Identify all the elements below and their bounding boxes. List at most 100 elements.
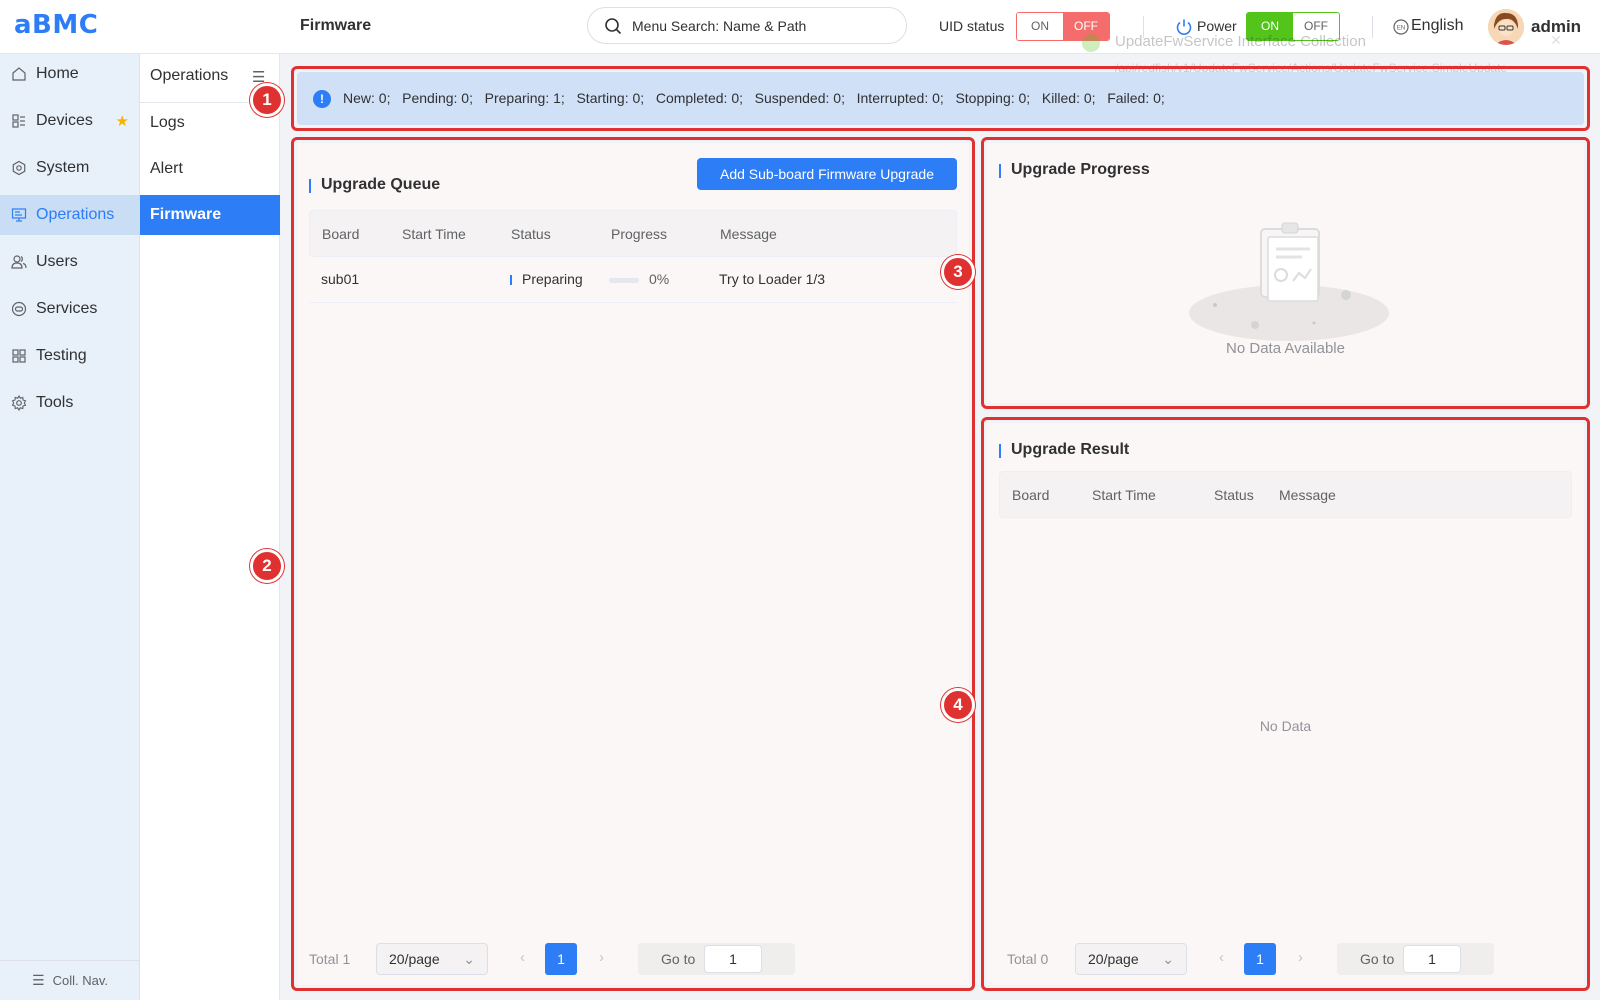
prev-page-button[interactable]: ‹ [1219, 949, 1224, 966]
collapse-nav-button[interactable]: ☰ Coll. Nav. [0, 960, 140, 1000]
status-indicator [510, 275, 512, 285]
main-sidebar: Home Devices ★ System Operations Users S… [0, 54, 140, 1000]
testing-icon [12, 349, 26, 363]
column-header[interactable]: Message [720, 226, 777, 242]
cell-board: sub01 [321, 271, 360, 287]
page-size-select[interactable]: 20/page ⌄ [376, 943, 488, 975]
sidebar-item-testing[interactable]: Testing [0, 336, 140, 376]
cell-progress: 0% [649, 271, 670, 287]
menu-search-input[interactable]: Menu Search: Name & Path [587, 7, 907, 44]
upgrade-queue-title: Upgrade Queue [309, 176, 440, 194]
next-page-button[interactable]: › [1298, 949, 1303, 966]
search-placeholder: Menu Search: Name & Path [632, 18, 807, 34]
annotation-badge: 4 [941, 688, 975, 722]
sidebar-item-label: Testing [36, 347, 87, 364]
subnav-item-firmware[interactable]: Firmware [140, 195, 280, 235]
power-on-option[interactable]: ON [1247, 13, 1293, 40]
goto-page: Go to 1 [1337, 943, 1494, 975]
column-header[interactable]: Status [1214, 487, 1254, 503]
uid-status-toggle[interactable]: ON OFF [1016, 12, 1110, 41]
prev-page-button[interactable]: ‹ [520, 949, 525, 966]
upgrade-result-panel: Upgrade Result Board Start Time Status M… [987, 423, 1584, 985]
pagination-total: Total 0 [1007, 951, 1049, 967]
current-page-button[interactable]: 1 [1244, 943, 1276, 975]
search-icon [605, 18, 622, 35]
goto-page-input[interactable]: 1 [704, 945, 762, 973]
column-header[interactable]: Start Time [1092, 487, 1156, 503]
collapse-icon: ☰ [32, 972, 45, 988]
table-row[interactable]: sub01 Preparing 0% Try to Loader 1/3 [309, 257, 957, 303]
upgrade-progress-title: Upgrade Progress [999, 161, 1150, 179]
sidebar-item-system[interactable]: System [0, 148, 140, 188]
tools-icon [11, 395, 27, 411]
goto-label: Go to [1360, 951, 1395, 967]
sidebar-item-operations[interactable]: Operations [0, 195, 140, 235]
sidebar-item-users[interactable]: Users [0, 242, 140, 282]
goto-page-input[interactable]: 1 [1403, 945, 1461, 973]
chevron-down-icon: ⌄ [1162, 951, 1174, 967]
chevron-down-icon: ⌄ [463, 951, 475, 967]
collapse-nav-label: Coll. Nav. [52, 973, 108, 988]
user-name[interactable]: admin [1531, 17, 1581, 37]
subnav-title: Operations [150, 67, 229, 84]
star-icon[interactable]: ★ [116, 112, 129, 130]
power-icon [1176, 19, 1192, 35]
goto-page: Go to 1 [638, 943, 795, 975]
annotation-badge: 3 [941, 255, 975, 289]
power-off-option[interactable]: OFF [1293, 13, 1339, 40]
cell-status: Preparing [510, 271, 583, 287]
pagination-total: Total 1 [309, 951, 351, 967]
users-icon [11, 255, 27, 269]
uid-on-option[interactable]: ON [1017, 13, 1063, 40]
avatar[interactable] [1488, 9, 1524, 45]
page-size-select[interactable]: 20/page ⌄ [1075, 943, 1187, 975]
sidebar-item-label: System [36, 159, 90, 176]
empty-state-text: No Data Available [1226, 340, 1345, 357]
upgrade-progress-panel: Upgrade Progress No Data Available [987, 143, 1584, 403]
status-summary-text: New: 0; Pending: 0; Preparing: 1; Starti… [343, 90, 1165, 106]
column-header[interactable]: Message [1279, 487, 1336, 503]
power-toggle[interactable]: ON OFF [1246, 12, 1340, 41]
top-header: aBMC Firmware Menu Search: Name & Path U… [0, 0, 1600, 54]
operations-icon [11, 208, 27, 222]
sidebar-item-label: Users [36, 253, 78, 270]
sidebar-item-label: Devices [36, 112, 93, 129]
column-header[interactable]: Start Time [402, 226, 466, 242]
upgrade-result-title: Upgrade Result [999, 441, 1129, 459]
queue-table-header: Board Start Time Status Progress Message [309, 210, 957, 257]
sidebar-item-label: Operations [36, 206, 115, 223]
header-divider [1143, 16, 1144, 38]
annotation-badge: 1 [250, 83, 284, 117]
sidebar-item-tools[interactable]: Tools [0, 383, 140, 423]
info-icon: ! [313, 90, 331, 108]
page-size-value: 20/page [1088, 951, 1139, 967]
column-header[interactable]: Board [322, 226, 359, 242]
app-logo[interactable]: aBMC [14, 10, 98, 40]
column-header[interactable]: Board [1012, 487, 1049, 503]
next-page-button[interactable]: › [599, 949, 604, 966]
cell-message: Try to Loader 1/3 [719, 271, 826, 287]
status-summary-alert: ! New: 0; Pending: 0; Preparing: 1; Star… [297, 72, 1584, 125]
column-header[interactable]: Status [511, 226, 551, 242]
services-icon [11, 301, 27, 317]
upgrade-queue-panel: Upgrade Queue Add Sub-board Firmware Upg… [297, 143, 969, 985]
status-text: Preparing [522, 271, 583, 287]
sidebar-item-label: Home [36, 65, 79, 82]
header-divider [1372, 16, 1373, 38]
queue-pagination: Total 1 20/page ⌄ ‹ 1 › Go to 1 [309, 943, 957, 975]
sidebar-item-label: Services [36, 300, 98, 317]
result-table-header: Board Start Time Status Message [999, 471, 1572, 518]
sidebar-item-home[interactable]: Home [0, 54, 140, 94]
subnav-item-alert[interactable]: Alert [140, 149, 280, 189]
sub-sidebar: Operations ☰ Logs Alert Firmware [140, 54, 280, 1000]
add-subboard-upgrade-button[interactable]: Add Sub-board Firmware Upgrade [697, 158, 957, 190]
annotation-badge: 2 [250, 549, 284, 583]
uid-status-label: UID status [939, 18, 1005, 34]
language-selector[interactable]: English [1411, 17, 1463, 35]
sidebar-item-services[interactable]: Services [0, 289, 140, 329]
column-header[interactable]: Progress [611, 226, 667, 242]
sidebar-item-devices[interactable]: Devices ★ [0, 101, 140, 141]
uid-off-option[interactable]: OFF [1063, 13, 1109, 40]
empty-state-text: No Data [1259, 718, 1312, 734]
current-page-button[interactable]: 1 [545, 943, 577, 975]
